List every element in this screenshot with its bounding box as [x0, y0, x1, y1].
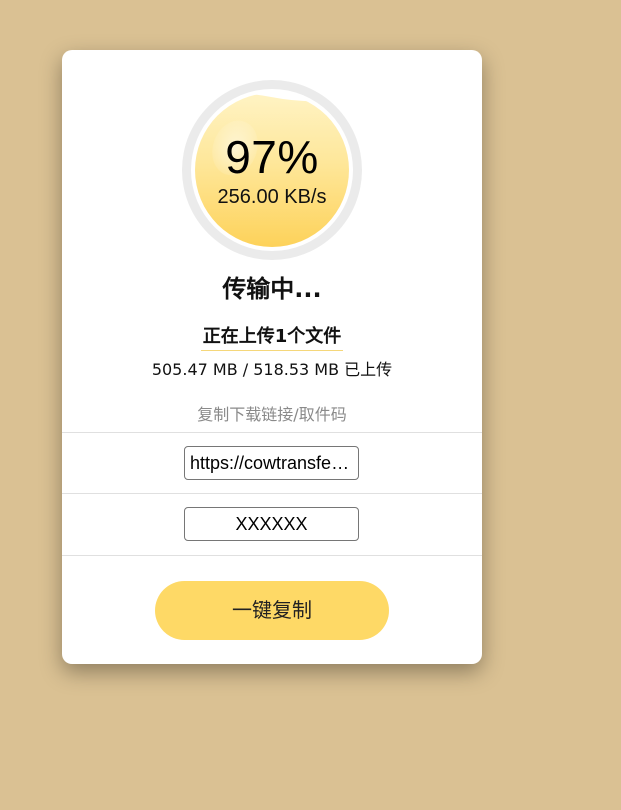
pickup-code-field[interactable]: XXXXXX: [184, 507, 359, 541]
upload-subtitle: 正在上传1个文件: [62, 325, 482, 351]
transfer-speed: 256.00 KB/s: [217, 186, 327, 208]
transfer-card: 97% 256.00 KB/s 传输中... 正在上传1个文件 505.47 M…: [62, 50, 482, 664]
copy-all-button[interactable]: 一键复制: [155, 581, 389, 640]
status-title: 传输中...: [222, 275, 322, 303]
size-progress: 505.47 MB / 518.53 MB 已上传: [151, 360, 393, 379]
progress-circle: 97% 256.00 KB/s: [182, 80, 362, 260]
divider: [62, 555, 482, 556]
divider: [62, 493, 482, 494]
divider: [62, 432, 482, 433]
upload-subtitle-text: 正在上传1个文件: [200, 325, 344, 351]
copy-link-label: 复制下载链接/取件码: [197, 405, 347, 424]
download-link-field[interactable]: https://cowtransfer.com/s/: [184, 446, 359, 480]
progress-percent: 97%: [225, 131, 319, 183]
